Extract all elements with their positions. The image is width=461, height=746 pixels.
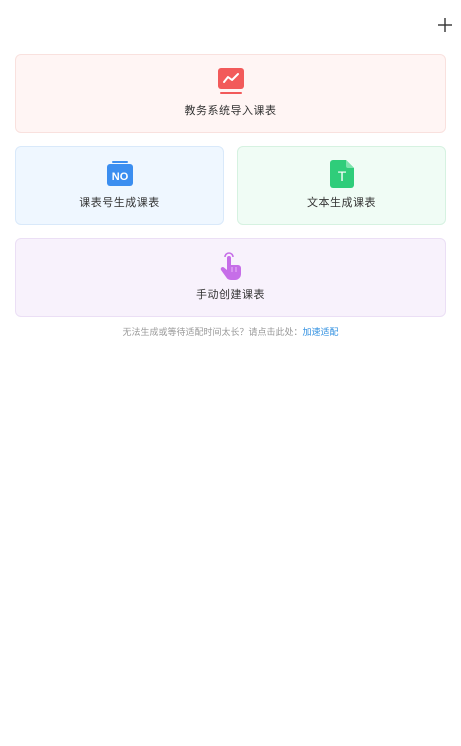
import-from-academic-system-card[interactable]: 教务系统导入课表 bbox=[15, 54, 446, 133]
text-document-icon: T bbox=[328, 160, 356, 188]
add-button[interactable] bbox=[432, 12, 458, 38]
import-card-label: 教务系统导入课表 bbox=[184, 104, 277, 117]
text-document-letter: T bbox=[337, 168, 346, 184]
manual-card-label: 手动创建课表 bbox=[196, 288, 265, 301]
manual-create-card[interactable]: 手动创建课表 bbox=[15, 238, 446, 317]
speed-up-adaptation-link[interactable]: 加速适配 bbox=[303, 328, 339, 338]
chart-board-icon bbox=[217, 68, 245, 96]
text-generate-card[interactable]: T 文本生成课表 bbox=[237, 146, 446, 225]
tap-hand-icon bbox=[217, 252, 245, 280]
text-card-label: 文本生成课表 bbox=[307, 196, 376, 209]
top-bar bbox=[0, 0, 461, 50]
adaptation-hint: 无法生成或等待适配时间太长？请点击此处：加速适配 bbox=[0, 326, 461, 340]
no-badge-icon: NO bbox=[106, 160, 134, 188]
hint-text: 无法生成或等待适配时间太长？请点击此处： bbox=[122, 328, 303, 338]
plus-icon bbox=[438, 18, 452, 32]
course-number-generate-card[interactable]: NO 课表号生成课表 bbox=[15, 146, 224, 225]
course-number-card-label: 课表号生成课表 bbox=[79, 196, 160, 209]
no-badge-text: NO bbox=[111, 171, 128, 183]
